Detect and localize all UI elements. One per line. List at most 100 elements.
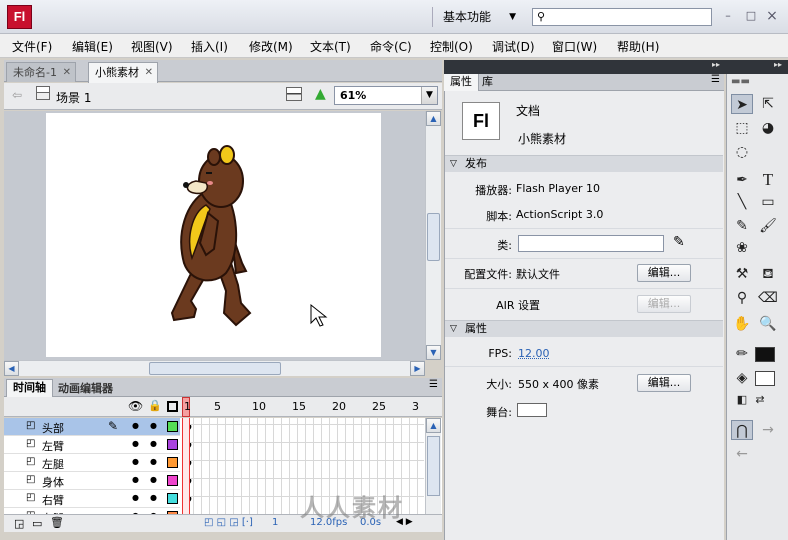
edit-scene-icon[interactable] bbox=[286, 87, 302, 101]
swap-colors-icon[interactable]: ⇄ bbox=[749, 390, 771, 410]
hand-tool-icon[interactable]: ✋ bbox=[731, 314, 753, 334]
tab-library[interactable]: 库 bbox=[476, 74, 499, 91]
stage-canvas[interactable] bbox=[46, 113, 381, 357]
lock-dot-icon[interactable]: ● bbox=[150, 475, 157, 484]
layer-outline-color-swatch[interactable] bbox=[167, 457, 178, 468]
vertical-scroll-thumb[interactable] bbox=[427, 213, 440, 261]
vertical-scrollbar[interactable]: ▲ ▼ bbox=[425, 111, 441, 360]
bear-illustration[interactable] bbox=[46, 113, 381, 357]
menu-text[interactable]: 文本(T) bbox=[310, 38, 351, 55]
menu-view[interactable]: 视图(V) bbox=[131, 38, 173, 55]
layer-outline-color-swatch[interactable] bbox=[167, 421, 178, 432]
brush-tool-icon[interactable]: 🖌 bbox=[757, 216, 779, 236]
layer-name[interactable]: 头部 bbox=[42, 420, 64, 436]
visibility-dot-icon[interactable]: ● bbox=[132, 457, 139, 466]
panel-grip-icon[interactable]: ▬▬ bbox=[731, 76, 750, 87]
layer-name[interactable]: 左臂 bbox=[42, 438, 64, 454]
layer-row[interactable]: ◰ 头部 ✎ ● ● bbox=[4, 418, 180, 436]
selection-tool-icon[interactable]: ➤ bbox=[731, 94, 753, 114]
paint-bucket-tool-icon[interactable]: ⛾ bbox=[757, 264, 779, 284]
menu-debug[interactable]: 调试(D) bbox=[492, 38, 535, 55]
new-folder-icon[interactable]: ▭ bbox=[32, 517, 42, 530]
tab-motion-editor[interactable]: 动画编辑器 bbox=[58, 380, 113, 396]
panel-collapse-bar[interactable]: ▸▸ ▸▸ bbox=[444, 60, 788, 74]
scroll-up-icon[interactable]: ▲ bbox=[426, 418, 441, 433]
current-frame-column[interactable] bbox=[182, 418, 190, 514]
eyedropper-tool-icon[interactable]: ⚲ bbox=[731, 288, 753, 308]
collapse-triangle-icon[interactable]: ▽ bbox=[450, 156, 457, 172]
timeline-scroll-thumb[interactable] bbox=[427, 436, 440, 496]
layer-outline-color-swatch[interactable] bbox=[167, 475, 178, 486]
layer-row[interactable]: ◰ 右臂 ● ● bbox=[4, 490, 180, 508]
3d-rotation-tool-icon[interactable]: ◕ bbox=[757, 118, 779, 138]
menu-insert[interactable]: 插入(I) bbox=[191, 38, 228, 55]
lock-dot-icon[interactable]: ● bbox=[150, 457, 157, 466]
visibility-dot-icon[interactable]: ● bbox=[132, 421, 139, 430]
stage-color-swatch[interactable] bbox=[517, 403, 547, 417]
close-tab-icon[interactable]: ✕ bbox=[63, 63, 71, 82]
lock-dot-icon[interactable]: ● bbox=[150, 421, 157, 430]
outline-icon[interactable] bbox=[167, 401, 178, 412]
subselection-tool-icon[interactable]: ⇱ bbox=[757, 94, 779, 114]
layer-name[interactable]: 身体 bbox=[42, 474, 64, 490]
rectangle-tool-icon[interactable]: ▭ bbox=[757, 192, 779, 212]
edit-size-button[interactable]: 编辑... bbox=[637, 374, 691, 392]
lock-icon[interactable]: 🔒 bbox=[148, 399, 162, 412]
visibility-dot-icon[interactable]: ● bbox=[132, 439, 139, 448]
workspace-switcher[interactable]: 基本功能 ▼ bbox=[432, 7, 522, 27]
maximize-button[interactable]: □ bbox=[743, 8, 759, 24]
layer-name[interactable]: 右臂 bbox=[42, 492, 64, 508]
layer-row[interactable]: ◰ 身体 ● ● bbox=[4, 472, 180, 490]
bone-tool-icon[interactable]: ⚒ bbox=[731, 264, 753, 284]
double-arrow-icon[interactable]: ▸▸ bbox=[774, 60, 782, 69]
menu-control[interactable]: 控制(O) bbox=[430, 38, 473, 55]
pen-tool-icon[interactable]: ✒ bbox=[731, 170, 753, 190]
chevron-down-icon[interactable]: ▼ bbox=[421, 87, 437, 104]
close-button[interactable]: × bbox=[764, 8, 780, 24]
eye-icon[interactable]: 👁 bbox=[128, 399, 143, 413]
straighten-icon[interactable]: ← bbox=[731, 444, 753, 464]
edit-air-button[interactable]: 编辑... bbox=[637, 295, 691, 313]
timeline-vertical-scrollbar[interactable]: ▲ bbox=[425, 418, 441, 514]
collapse-triangle-icon[interactable]: ▽ bbox=[450, 321, 457, 337]
layer-row[interactable]: ◰ 左臂 ● ● bbox=[4, 436, 180, 454]
zoom-tool-icon[interactable]: 🔍 bbox=[757, 314, 779, 334]
free-transform-tool-icon[interactable]: ⬚ bbox=[731, 118, 753, 138]
deco-tool-icon[interactable]: ❀ bbox=[731, 238, 753, 258]
help-search-input[interactable]: ⚲ bbox=[532, 8, 712, 26]
trash-icon[interactable]: 🗑 bbox=[50, 516, 64, 529]
tab-untitled-1[interactable]: 未命名-1 ✕ bbox=[6, 62, 76, 82]
visibility-dot-icon[interactable]: ● bbox=[132, 475, 139, 484]
line-tool-icon[interactable]: ╲ bbox=[731, 192, 753, 212]
section-properties[interactable]: ▽ 属性 bbox=[445, 320, 723, 337]
minimize-button[interactable]: – bbox=[720, 8, 736, 24]
stroke-color-swatch[interactable] bbox=[755, 347, 775, 362]
menu-help[interactable]: 帮助(H) bbox=[617, 38, 659, 55]
text-tool-icon[interactable]: T bbox=[757, 170, 779, 190]
layer-outline-color-swatch[interactable] bbox=[167, 493, 178, 504]
fps-value[interactable]: 12.00 bbox=[518, 347, 550, 360]
smooth-icon[interactable]: → bbox=[757, 420, 779, 440]
fill-color-swatch[interactable] bbox=[755, 371, 775, 386]
fill-color-icon[interactable]: ◈ bbox=[731, 368, 753, 388]
lock-dot-icon[interactable]: ● bbox=[150, 439, 157, 448]
double-arrow-icon[interactable]: ▸▸ bbox=[712, 60, 720, 69]
horizontal-scroll-thumb[interactable] bbox=[149, 362, 281, 375]
menu-file[interactable]: 文件(F) bbox=[12, 38, 52, 55]
new-layer-icon[interactable]: ◲ bbox=[14, 517, 24, 530]
tab-bear-material[interactable]: 小熊素材 ✕ bbox=[88, 62, 158, 83]
layer-outline-color-swatch[interactable] bbox=[167, 439, 178, 450]
zoom-select[interactable]: 61% ▼ bbox=[334, 86, 438, 105]
panel-menu-icon[interactable]: ☰ bbox=[429, 379, 438, 390]
tab-timeline[interactable]: 时间轴 bbox=[6, 379, 53, 397]
menu-window[interactable]: 窗口(W) bbox=[552, 38, 597, 55]
scroll-left-icon[interactable]: ◀ bbox=[4, 361, 19, 376]
class-input[interactable] bbox=[518, 235, 664, 252]
pencil-icon[interactable]: ✎ bbox=[673, 234, 685, 250]
layer-row[interactable]: ◰ 左腿 ● ● bbox=[4, 454, 180, 472]
section-publish[interactable]: ▽ 发布 bbox=[445, 155, 723, 172]
menu-modify[interactable]: 修改(M) bbox=[249, 38, 293, 55]
document-name-field[interactable]: 小熊素材 bbox=[518, 130, 566, 147]
layer-name[interactable]: 左腿 bbox=[42, 456, 64, 472]
horizontal-scrollbar[interactable]: ◀ ▶ bbox=[4, 360, 425, 376]
